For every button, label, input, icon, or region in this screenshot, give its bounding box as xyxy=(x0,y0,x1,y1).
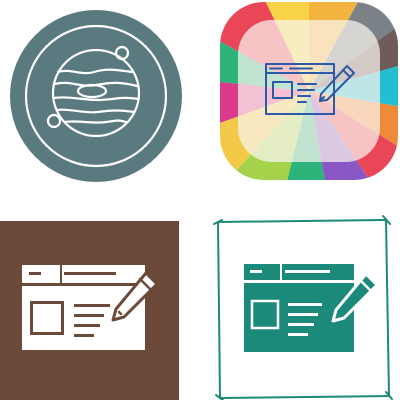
web-edit-teal-icon xyxy=(213,215,393,400)
planet-icon xyxy=(10,10,182,182)
web-edit-solid-icon xyxy=(0,221,179,400)
web-edit-solid-icon-tile xyxy=(0,200,200,400)
planet-icon-tile xyxy=(0,0,200,200)
web-edit-colorful-icon xyxy=(220,2,398,180)
web-edit-teal-icon-tile xyxy=(200,200,400,400)
web-edit-colorful-icon-tile xyxy=(200,0,400,200)
